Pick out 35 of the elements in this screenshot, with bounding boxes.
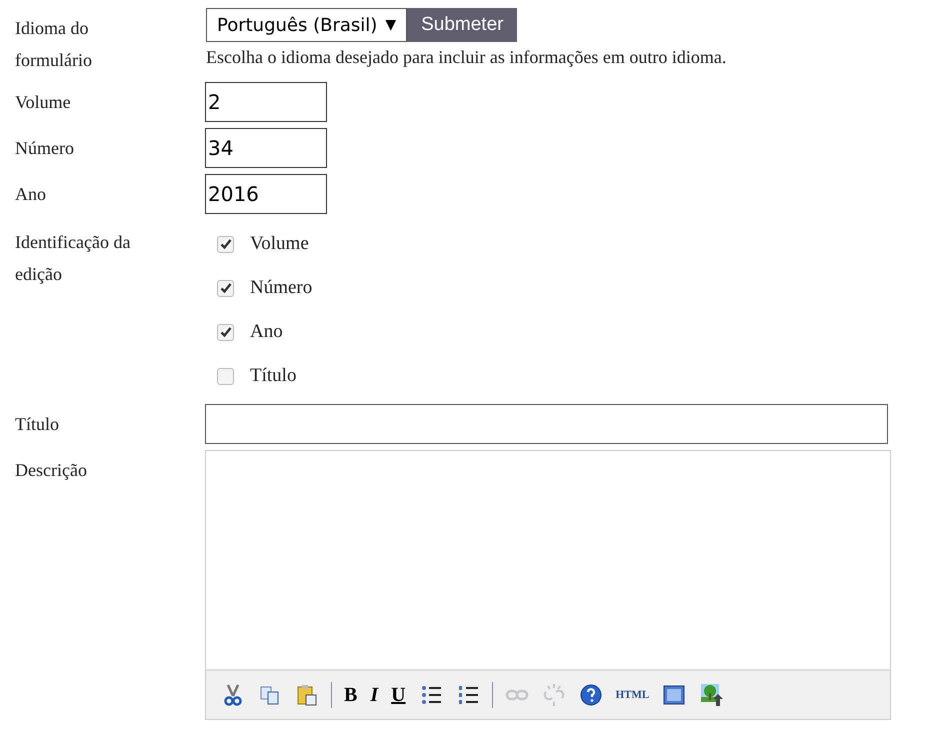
checkbox-label: Número — [250, 276, 312, 300]
field-label: Ano — [15, 183, 47, 206]
text-field[interactable]: 34 — [205, 128, 327, 168]
field-label: Volume — [15, 91, 72, 114]
description-editor[interactable]: B I U HTML — [205, 450, 891, 720]
field-label: Número — [15, 137, 75, 160]
field-label: Idioma do formulário — [15, 17, 93, 72]
paste-icon — [295, 683, 319, 707]
help-icon — [578, 683, 603, 707]
html-button[interactable]: HTML — [610, 682, 654, 708]
submit-button[interactable]: Submeter — [407, 8, 518, 42]
underline-button[interactable]: U — [386, 682, 411, 708]
title-field[interactable] — [205, 404, 888, 444]
checkbox[interactable] — [217, 368, 234, 384]
unlink-icon — [542, 683, 566, 707]
check-icon — [220, 326, 232, 338]
check-icon — [220, 282, 232, 294]
checkbox[interactable] — [217, 324, 234, 340]
template-icon — [662, 683, 686, 707]
italic-button[interactable]: I — [365, 682, 384, 708]
hint-text: Escolha o idioma desejado para incluir as informações em outro idioma. — [206, 46, 726, 69]
check-icon — [220, 238, 232, 250]
checkbox-label: Ano — [250, 320, 283, 344]
text-field[interactable]: 2 — [205, 82, 327, 122]
language-select[interactable]: Português (Brasil) ▼ — [206, 8, 408, 42]
checkbox-label: Volume — [250, 232, 309, 256]
checkbox-label: Título — [250, 364, 296, 388]
text-field[interactable]: 2016 — [205, 174, 327, 214]
bold-button[interactable]: B — [339, 682, 362, 708]
image-icon — [699, 683, 724, 707]
field-label: Identificação da edição — [15, 231, 132, 286]
field-label: Título — [15, 413, 60, 436]
checkbox[interactable] — [217, 236, 234, 252]
checkbox[interactable] — [217, 280, 234, 296]
field-label: Descrição — [15, 459, 88, 482]
